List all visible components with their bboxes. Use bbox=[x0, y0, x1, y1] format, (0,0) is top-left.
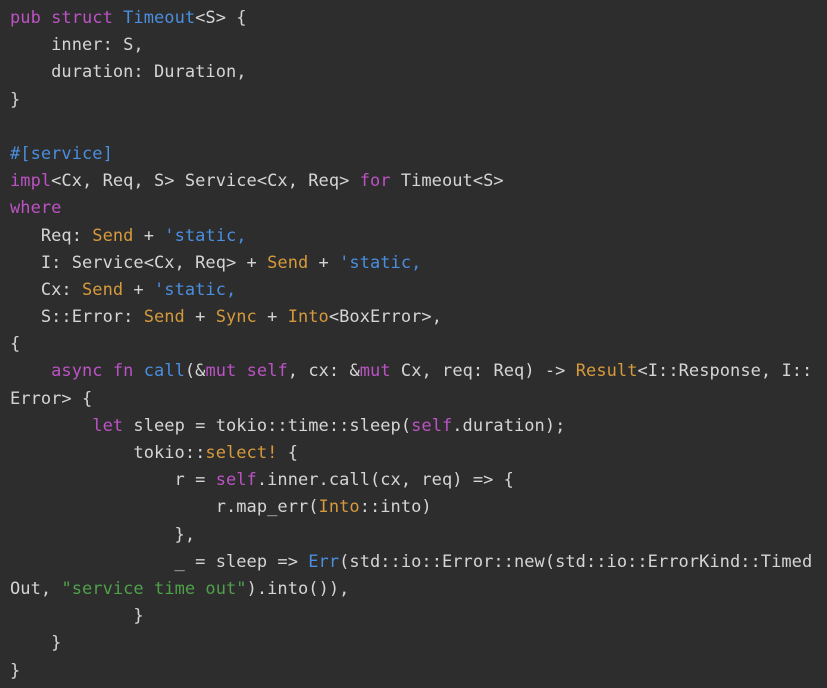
code-line: duration: Duration, bbox=[10, 59, 827, 86]
code-line: pub struct Timeout<S> { bbox=[10, 5, 827, 32]
code-token: r.map_err( bbox=[10, 497, 319, 517]
code-token bbox=[10, 416, 92, 436]
code-line: async fn call(&mut self, cx: &mut Cx, re… bbox=[10, 358, 827, 385]
code-lines-container: pub struct Timeout<S> { inner: S, durati… bbox=[10, 5, 827, 685]
code-token: Err bbox=[308, 552, 339, 572]
code-token: fn bbox=[113, 361, 134, 381]
code-line: where bbox=[10, 195, 827, 222]
code-line: let sleep = tokio::time::sleep(self.dura… bbox=[10, 413, 827, 440]
code-token: for bbox=[360, 171, 391, 191]
code-token: Sync bbox=[216, 307, 257, 327]
code-token: Into bbox=[319, 497, 360, 517]
code-token: + bbox=[133, 226, 164, 246]
code-line: } bbox=[10, 603, 827, 630]
code-token: tokio:: bbox=[10, 443, 205, 463]
code-line: S::Error: Send + Sync + Into<BoxError>, bbox=[10, 304, 827, 331]
code-token bbox=[133, 361, 143, 381]
code-token: Req: bbox=[10, 226, 92, 246]
code-token: Send bbox=[144, 307, 185, 327]
code-token: { bbox=[277, 443, 298, 463]
code-token: + bbox=[185, 307, 216, 327]
code-token: #[service] bbox=[10, 144, 113, 164]
code-line: } bbox=[10, 630, 827, 657]
code-token: Into bbox=[288, 307, 329, 327]
code-token: .duration); bbox=[452, 416, 565, 436]
code-token: , cx: & bbox=[288, 361, 360, 381]
code-token: Out, bbox=[10, 579, 61, 599]
code-token: async bbox=[51, 361, 102, 381]
code-line: Error> { bbox=[10, 386, 827, 413]
code-token: self bbox=[216, 470, 257, 490]
code-token: S::Error: bbox=[10, 307, 144, 327]
code-token: impl bbox=[10, 171, 51, 191]
code-token: + bbox=[123, 280, 154, 300]
code-token bbox=[10, 361, 51, 381]
code-token: (& bbox=[185, 361, 206, 381]
code-line: I: Service<Cx, Req> + Send + 'static, bbox=[10, 250, 827, 277]
code-token: Send bbox=[82, 280, 123, 300]
code-token: where bbox=[10, 198, 61, 218]
code-token: inner: S, bbox=[10, 35, 144, 55]
code-token: 'static, bbox=[339, 253, 421, 273]
code-line: }, bbox=[10, 522, 827, 549]
code-token: } bbox=[10, 606, 144, 626]
code-line: Out, "service time out").into()), bbox=[10, 576, 827, 603]
code-token: I: Service<Cx, Req> + bbox=[10, 253, 267, 273]
code-token: Send bbox=[92, 226, 133, 246]
code-line: { bbox=[10, 331, 827, 358]
code-line: inner: S, bbox=[10, 32, 827, 59]
code-line: r.map_err(Into::into) bbox=[10, 494, 827, 521]
code-token: } bbox=[10, 661, 20, 681]
code-line: } bbox=[10, 87, 827, 114]
code-token: (std::io::Error::new(std::io::ErrorKind:… bbox=[339, 552, 812, 572]
code-line bbox=[10, 114, 827, 141]
code-token: Timeout<S> bbox=[391, 171, 504, 191]
code-token: <S> { bbox=[195, 8, 246, 28]
code-token: } bbox=[10, 633, 61, 653]
code-token: duration: Duration, bbox=[10, 62, 247, 82]
code-token bbox=[103, 361, 113, 381]
code-line: r = self.inner.call(cx, req) => { bbox=[10, 467, 827, 494]
terminal-code-area: pub struct Timeout<S> { inner: S, durati… bbox=[0, 0, 827, 688]
code-token: }, bbox=[10, 525, 195, 545]
code-token: select! bbox=[205, 443, 277, 463]
code-token: <BoxError>, bbox=[329, 307, 442, 327]
code-token: self bbox=[247, 361, 288, 381]
code-token: sleep = tokio::time::sleep( bbox=[123, 416, 411, 436]
code-token: r = bbox=[10, 470, 216, 490]
code-token: { bbox=[10, 334, 20, 354]
code-token: .inner.call(cx, req) => { bbox=[257, 470, 514, 490]
code-line: _ = sleep => Err(std::io::Error::new(std… bbox=[10, 549, 827, 576]
code-token: Cx, req: Req) -> bbox=[391, 361, 576, 381]
code-token: } bbox=[10, 90, 20, 110]
code-token: Error> { bbox=[10, 389, 92, 409]
code-line: Req: Send + 'static, bbox=[10, 223, 827, 250]
code-token: <Cx, Req, S> Service<Cx, Req> bbox=[51, 171, 360, 191]
code-token: 'static, bbox=[164, 226, 246, 246]
code-token: + bbox=[308, 253, 339, 273]
code-token: mut bbox=[205, 361, 236, 381]
code-token: ::into) bbox=[360, 497, 432, 517]
code-token: "service time out" bbox=[61, 579, 246, 599]
code-token: _ = sleep => bbox=[10, 552, 308, 572]
code-token: call bbox=[144, 361, 185, 381]
code-line: tokio::select! { bbox=[10, 440, 827, 467]
code-line: #[service] bbox=[10, 141, 827, 168]
code-token: Timeout bbox=[123, 8, 195, 28]
code-token bbox=[236, 361, 246, 381]
code-token: 'static, bbox=[154, 280, 236, 300]
code-token: Cx: bbox=[10, 280, 82, 300]
code-token: let bbox=[92, 416, 123, 436]
code-token: self bbox=[411, 416, 452, 436]
code-token: ).into()), bbox=[247, 579, 350, 599]
code-line: Cx: Send + 'static, bbox=[10, 277, 827, 304]
code-token: mut bbox=[360, 361, 391, 381]
code-token: Send bbox=[267, 253, 308, 273]
code-line: impl<Cx, Req, S> Service<Cx, Req> for Ti… bbox=[10, 168, 827, 195]
code-token: Result bbox=[576, 361, 638, 381]
code-line: } bbox=[10, 658, 827, 685]
code-token: + bbox=[257, 307, 288, 327]
code-token: <I::Response, I:: bbox=[637, 361, 812, 381]
code-token: pub struct bbox=[10, 8, 123, 28]
